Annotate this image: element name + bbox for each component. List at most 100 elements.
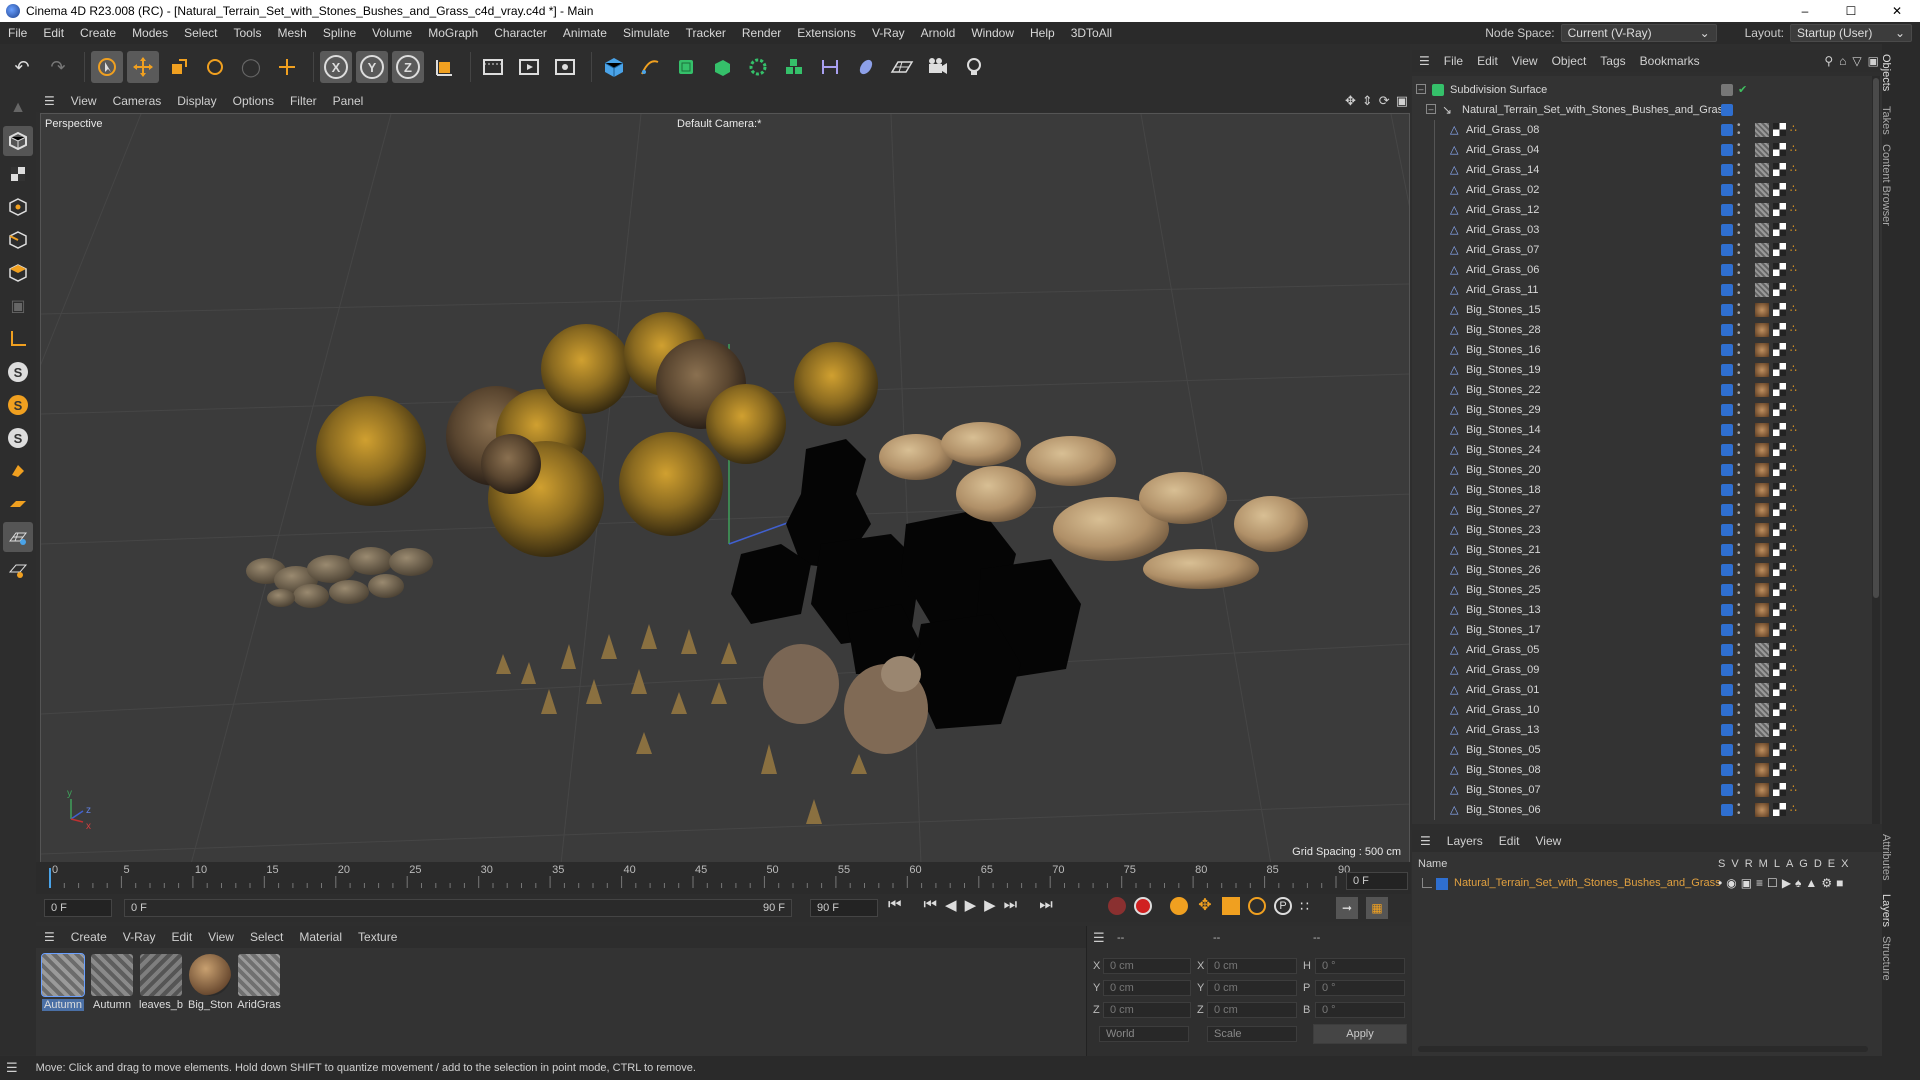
x-axis-lock-icon[interactable]: X	[320, 51, 352, 83]
vray-tag-icon[interactable]: ∴	[1790, 422, 1797, 435]
material-tag-icon[interactable]	[1755, 303, 1769, 317]
key-scale-icon[interactable]	[1222, 897, 1240, 915]
visibility-dots-icon[interactable]: • •	[1737, 381, 1741, 399]
material-tag-icon[interactable]	[1755, 183, 1769, 197]
visibility-dots-icon[interactable]: • •	[1737, 581, 1741, 599]
go-to-end-icon[interactable]: ⏭	[1039, 896, 1053, 914]
position-x-field[interactable]: 0 cm	[1103, 958, 1191, 974]
layer-color-icon[interactable]	[1721, 124, 1733, 136]
vray-tag-icon[interactable]: ∴	[1790, 682, 1797, 695]
coordinate-mode-dropdown[interactable]: World	[1099, 1026, 1189, 1042]
menu-select[interactable]: Select	[176, 26, 225, 40]
hamburger-icon[interactable]: ☰	[1412, 54, 1437, 68]
material-tag-icon[interactable]	[1755, 483, 1769, 497]
material-tag-icon[interactable]	[1755, 203, 1769, 217]
uvw-tag-icon[interactable]	[1773, 163, 1786, 176]
menu-vray[interactable]: V-Ray	[864, 26, 913, 40]
visibility-dots-icon[interactable]: • •	[1737, 361, 1741, 379]
menu-help[interactable]: Help	[1022, 26, 1063, 40]
material-tag-icon[interactable]	[1755, 283, 1769, 297]
vray-tag-icon[interactable]: ∴	[1790, 522, 1797, 535]
viewport-maximize-icon[interactable]: ▣	[1393, 93, 1411, 109]
uvw-tag-icon[interactable]	[1773, 243, 1786, 256]
vray-tag-icon[interactable]: ∴	[1790, 642, 1797, 655]
material-tag-icon[interactable]	[1755, 223, 1769, 237]
material-swatch[interactable]: AridGras	[237, 954, 281, 1011]
deformer-icon[interactable]	[814, 51, 846, 83]
object-row[interactable]: △ Arid_Grass_08 • • ∴	[1412, 120, 1882, 140]
material-tag-icon[interactable]	[1755, 463, 1769, 477]
visibility-dots-icon[interactable]: • •	[1737, 201, 1741, 219]
apply-button[interactable]: Apply	[1313, 1024, 1407, 1044]
layer-color-icon[interactable]	[1721, 484, 1733, 496]
layer-color-icon[interactable]	[1721, 344, 1733, 356]
object-row-group[interactable]: – ↘ Natural_Terrain_Set_with_Stones_Bush…	[1412, 100, 1882, 120]
pen-spline-icon[interactable]	[634, 51, 666, 83]
uvw-tag-icon[interactable]	[1773, 383, 1786, 396]
layer-color-icon[interactable]	[1721, 564, 1733, 576]
vray-tag-icon[interactable]: ∴	[1790, 182, 1797, 195]
layer-color-icon[interactable]	[1721, 524, 1733, 536]
menu-extensions[interactable]: Extensions	[789, 26, 864, 40]
visibility-dots-icon[interactable]: • •	[1737, 661, 1741, 679]
visibility-dots-icon[interactable]: • •	[1737, 561, 1741, 579]
material-swatch[interactable]: Big_Ston	[188, 954, 233, 1011]
tab-objects[interactable]: Objects	[1880, 54, 1892, 91]
visibility-dots-icon[interactable]: • •	[1737, 501, 1741, 519]
material-menu-vray[interactable]: V-Ray	[115, 930, 164, 944]
vray-tag-icon[interactable]: ∴	[1790, 122, 1797, 135]
layer-color-icon[interactable]	[1721, 384, 1733, 396]
node-space-dropdown[interactable]: Current (V-Ray) ⌄	[1560, 24, 1717, 42]
move-tool-icon[interactable]	[127, 51, 159, 83]
viewport-menu-panel[interactable]: Panel	[325, 94, 372, 108]
expressions-icon[interactable]: ⚙	[1821, 876, 1832, 890]
next-frame-icon[interactable]: ▶	[984, 896, 996, 914]
material-tag-icon[interactable]	[1755, 523, 1769, 537]
scale-z-field[interactable]: 0 cm	[1207, 1002, 1297, 1018]
camera-icon[interactable]	[922, 51, 954, 83]
material-tag-icon[interactable]	[1755, 683, 1769, 697]
layer-color-icon[interactable]	[1721, 644, 1733, 656]
next-key-icon[interactable]: ⏭	[1004, 896, 1018, 914]
layer-color-icon[interactable]	[1721, 264, 1733, 276]
workplane-snap-icon[interactable]: S	[3, 423, 33, 453]
vray-tag-icon[interactable]: ∴	[1790, 442, 1797, 455]
material-menu-edit[interactable]: Edit	[163, 930, 200, 944]
make-editable-icon[interactable]: ▲	[3, 93, 33, 123]
select-tool-icon[interactable]	[91, 51, 123, 83]
uvw-tag-icon[interactable]	[1773, 523, 1786, 536]
manager-icon[interactable]: ≡	[1756, 876, 1763, 890]
vray-tag-icon[interactable]: ∴	[1790, 342, 1797, 355]
visibility-dots-icon[interactable]: • •	[1737, 141, 1741, 159]
material-tag-icon[interactable]	[1755, 323, 1769, 337]
enabled-check-icon[interactable]: ✔	[1738, 83, 1747, 96]
material-tag-icon[interactable]	[1755, 383, 1769, 397]
points-mode-icon[interactable]	[3, 192, 33, 222]
object-row[interactable]: △ Arid_Grass_11 • • ∴	[1412, 280, 1882, 300]
layer-color-icon[interactable]	[1721, 444, 1733, 456]
visibility-dots-icon[interactable]: • •	[1737, 621, 1741, 639]
vray-tag-icon[interactable]: ∴	[1790, 482, 1797, 495]
object-row[interactable]: △ Big_Stones_24 • • ∴	[1412, 440, 1882, 460]
uvw-tag-icon[interactable]	[1773, 183, 1786, 196]
render-icon[interactable]: ▣	[1741, 876, 1752, 890]
layer-color-icon[interactable]	[1721, 764, 1733, 776]
uvw-tag-icon[interactable]	[1773, 203, 1786, 216]
light-icon[interactable]	[958, 51, 990, 83]
vray-tag-icon[interactable]: ∴	[1790, 362, 1797, 375]
object-row[interactable]: △ Big_Stones_08 • • ∴	[1412, 760, 1882, 780]
material-menu-create[interactable]: Create	[63, 930, 115, 944]
tab-takes[interactable]: Takes	[1880, 106, 1892, 135]
menu-simulate[interactable]: Simulate	[615, 26, 678, 40]
object-menu-bookmarks[interactable]: Bookmarks	[1633, 54, 1707, 68]
scale-x-field[interactable]: 0 cm	[1207, 958, 1297, 974]
viewport-rotate-icon[interactable]: ⟳	[1376, 93, 1393, 109]
object-row[interactable]: △ Big_Stones_16 • • ∴	[1412, 340, 1882, 360]
material-tag-icon[interactable]	[1755, 643, 1769, 657]
layer-color-icon[interactable]	[1721, 224, 1733, 236]
vray-tag-icon[interactable]: ∴	[1790, 322, 1797, 335]
scrollbar-thumb[interactable]	[1873, 78, 1879, 598]
menu-animate[interactable]: Animate	[555, 26, 615, 40]
solo-dot-icon[interactable]: •	[1718, 876, 1722, 890]
material-tag-icon[interactable]	[1755, 763, 1769, 777]
